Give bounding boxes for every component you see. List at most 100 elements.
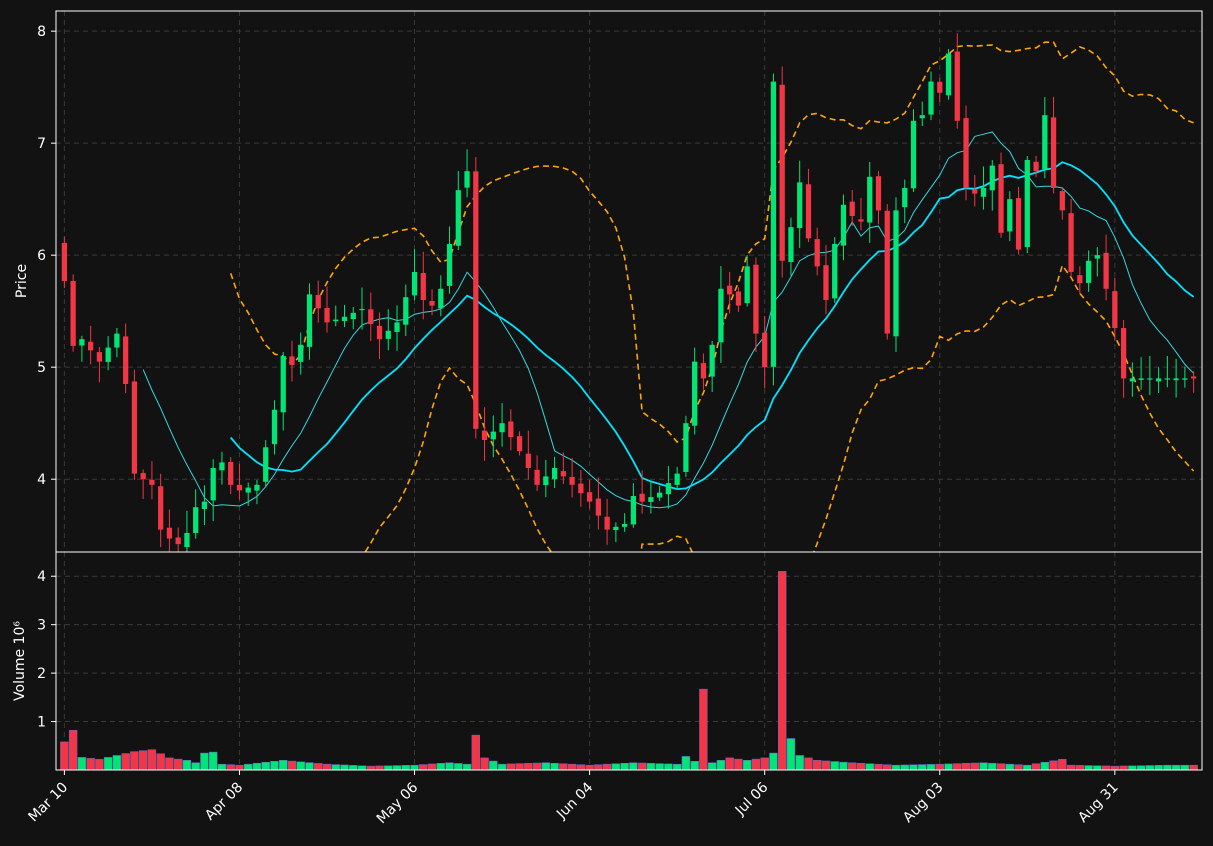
chart-figure: 4 5 6 7 8 1 2 3 4 Mar 10 Apr 08 May 06 Jun 04 Jul 06 A… [0,0,1213,842]
volume-bar [252,762,262,771]
volume-bar [384,765,393,771]
volume-bar [156,753,165,771]
candle-body [446,243,453,286]
chart-background [0,0,1213,842]
candle-body [954,51,960,121]
candle-body [1120,328,1127,379]
candle-body [674,473,680,485]
volume-bar [751,758,761,771]
candle-body [333,319,339,322]
volume-bar [900,764,909,771]
volume-bar [270,761,279,771]
volume-bar [988,762,997,771]
candle-body [657,492,663,498]
volume-bar [874,763,883,771]
candle-body [1112,291,1118,328]
price-tick-label: 8 [37,24,46,40]
candle-body [254,484,260,491]
candle-body [832,243,838,299]
volume-bar [1023,764,1032,771]
volume-bar [147,749,157,771]
volume-bar [883,764,892,771]
candle-body [621,523,628,527]
candle-body [175,537,181,545]
candle-body [534,469,540,485]
volume-bar [287,760,297,771]
volume-bar [489,760,498,771]
candle-body [368,309,374,325]
candle-body [455,190,461,246]
candle-body [271,409,278,445]
volume-bar [77,757,87,771]
volume-bar [821,760,831,771]
volume-bar [734,758,743,771]
candle-body [805,184,812,239]
volume-bar [1189,764,1198,771]
volume-bar [550,762,559,771]
price-tick-label: 6 [37,248,46,264]
candle-body [613,526,619,531]
volume-bar [480,757,489,771]
volume-bar [541,762,551,771]
candle-body [403,297,409,325]
candle-body [158,486,164,530]
candle-body [516,436,523,452]
volume-bar [699,688,708,771]
candle-body [858,219,864,222]
volume-bar [909,764,918,771]
volume-bar [410,764,419,771]
candle-body [193,507,199,533]
volume-bar [839,761,848,771]
candle-body [96,352,103,362]
volume-bar [1101,765,1111,771]
volume-bar [918,764,927,771]
volume-bar [970,762,979,771]
volume-bar [830,761,839,771]
volume-bar [944,763,953,771]
volume-bar [322,763,332,771]
volume-bar [244,763,253,771]
volume-bar [112,755,122,771]
candle-body [114,333,120,348]
volume-bar [340,764,349,771]
candle-body [184,532,190,548]
volume-bar [1180,764,1190,771]
candle-body [263,447,269,482]
candle-body [166,527,173,539]
candle-body [972,189,978,194]
candle-body [1007,199,1013,232]
candle-body [1190,376,1197,379]
volume-bar [226,764,235,771]
candle-body [105,347,111,362]
candle-body [683,423,689,472]
volume-bar [506,763,516,771]
volume-bar [804,757,813,771]
candle-body [569,476,575,485]
candle-body [245,487,251,493]
candle-body [963,118,969,188]
volume-bar [567,763,577,771]
candle-body [1129,378,1135,382]
price-axis-label: Price [14,264,30,298]
volume-bar [672,763,682,771]
volume-bar [95,759,104,771]
candle-body [1094,255,1100,259]
volume-bar [935,763,944,771]
volume-bar [620,762,629,771]
candle-body [236,484,243,491]
volume-bar [1145,765,1155,771]
volume-bar [497,763,507,771]
candle-body [560,471,566,477]
candle-body [1050,117,1057,188]
volume-bar [60,741,69,771]
candle-body [420,272,426,300]
candle-body [298,344,304,362]
candle-body [438,288,444,309]
candle-body [902,187,908,208]
volume-bar [182,760,192,771]
candle-body [875,176,882,211]
volume-bar [515,763,524,771]
candle-body [709,344,715,377]
volume-bar [585,764,594,771]
candle-body [429,300,435,306]
